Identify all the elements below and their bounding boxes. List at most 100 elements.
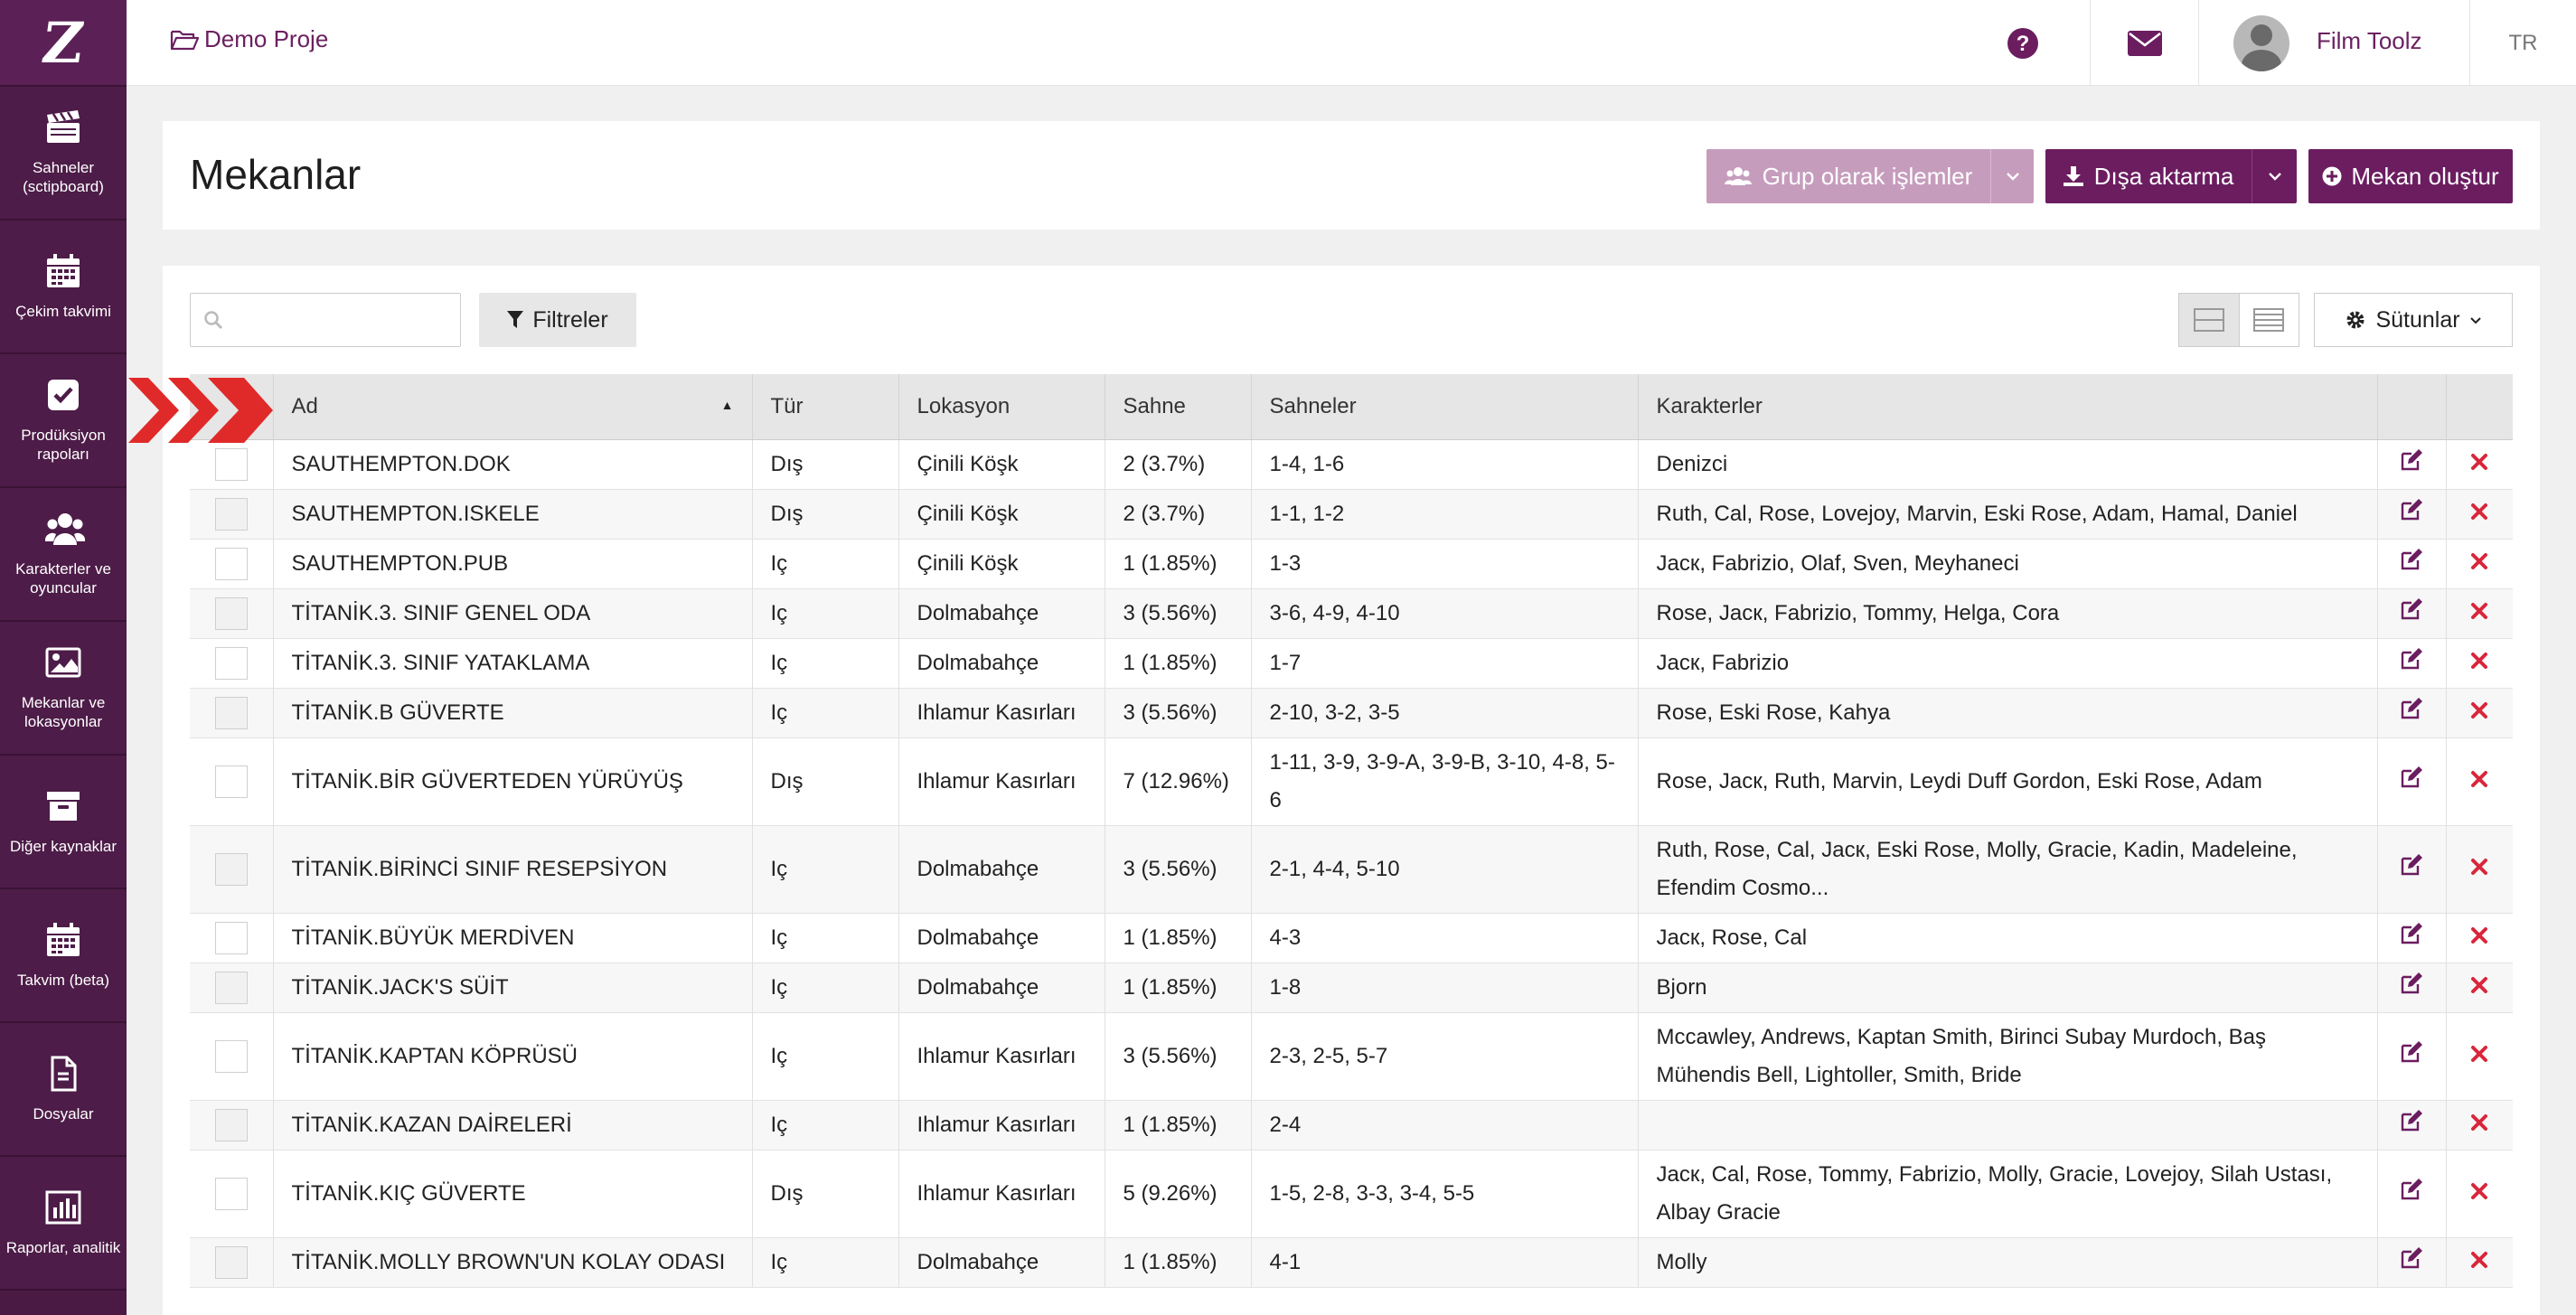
sidebar-item-1[interactable]: Sahneler (sctipboard) <box>0 87 127 221</box>
edit-cell <box>2377 439 2447 490</box>
sidebar-item-3[interactable]: Prodüksiyon rapoları <box>0 354 127 488</box>
edit-cell <box>2377 825 2447 914</box>
table-row[interactable]: TİTANİK.B GÜVERTE Iç Ihlamur Kasırları 3 (5… <box>190 688 2513 738</box>
sidebar-item-6[interactable]: Diğer kaynaklar <box>0 756 127 889</box>
view-compact-button[interactable] <box>2240 294 2299 346</box>
edit-icon[interactable] <box>2400 548 2423 576</box>
sidebar-item-2[interactable]: Çekim takvimi <box>0 221 127 354</box>
delete-icon[interactable] <box>2470 452 2488 476</box>
messages-button[interactable] <box>2090 0 2198 86</box>
table-row[interactable]: SAUTHEMPTON.ISKELE Dış Çinili Köşk 2 (3.7%)… <box>190 489 2513 540</box>
delete-icon[interactable] <box>2470 1113 2488 1137</box>
project-link[interactable]: Demo Proje <box>170 25 328 53</box>
edit-icon[interactable] <box>2400 766 2423 794</box>
sidebar-item-9[interactable]: Raporlar, analitik <box>0 1157 127 1291</box>
table-row[interactable]: SAUTHEMPTON.PUB Iç Çinili Köşk 1 (1.85%) 1-3… <box>190 539 2513 589</box>
language-switch[interactable]: TR <box>2469 0 2576 86</box>
cell-sahneler: 1-11, 3-9, 3-9-A, 3-9-B, 3-10, 4-8, 5-6 <box>1251 737 1639 826</box>
export-dropdown[interactable] <box>2252 149 2297 203</box>
cell-tur: Iç <box>752 688 899 738</box>
help-button[interactable]: ? <box>1979 0 2065 86</box>
delete-icon[interactable] <box>2470 769 2488 794</box>
row-checkbox[interactable] <box>214 647 248 681</box>
row-checkbox[interactable] <box>214 1178 248 1211</box>
app-logo[interactable]: Z <box>0 0 127 87</box>
row-checkbox[interactable] <box>214 1040 248 1074</box>
column-header-sahne[interactable]: Sahne <box>1105 374 1252 440</box>
delete-icon[interactable] <box>2470 1250 2488 1274</box>
table-row[interactable]: TİTANİK.3. SINIF GENEL ODA Iç Dolmabahçe 3 … <box>190 588 2513 639</box>
delete-icon[interactable] <box>2470 551 2488 576</box>
edit-icon[interactable] <box>2400 922 2423 950</box>
row-checkbox[interactable] <box>214 766 248 799</box>
sidebar-item-5[interactable]: Mekanlar ve lokasyonlar <box>0 622 127 756</box>
sidebar-item-4[interactable]: Karakterler ve oyuncular <box>0 488 127 622</box>
table-row[interactable]: SAUTHEMPTON.DOK Dış Çinili Köşk 2 (3.7%) 1-4… <box>190 439 2513 490</box>
column-header-ad[interactable]: Ad ▲ <box>273 374 753 440</box>
edit-icon[interactable] <box>2400 1040 2423 1068</box>
edit-icon[interactable] <box>2400 1246 2423 1274</box>
row-checkbox[interactable] <box>214 498 248 531</box>
edit-icon[interactable] <box>2400 972 2423 1000</box>
user-menu[interactable]: Film Toolz <box>2198 0 2469 86</box>
row-checkbox[interactable] <box>214 548 248 581</box>
table-row[interactable]: TİTANİK.JACK'S SÜİT Iç Dolmabahçe 1 (1.85%)… <box>190 963 2513 1013</box>
delete-icon[interactable] <box>2470 857 2488 881</box>
delete-icon[interactable] <box>2470 502 2488 526</box>
table-row[interactable]: TİTANİK.BİR GÜVERTEDEN YÜRÜYÜŞ Dış Ihlamur… <box>190 737 2513 826</box>
delete-icon[interactable] <box>2470 925 2488 950</box>
row-checkbox[interactable] <box>214 1109 248 1142</box>
row-checkbox[interactable] <box>214 922 248 955</box>
filters-button[interactable]: Filtreler <box>479 293 636 347</box>
edit-icon[interactable] <box>2400 697 2423 725</box>
delete-icon[interactable] <box>2470 1181 2488 1206</box>
group-operations-dropdown[interactable] <box>1990 149 2034 203</box>
edit-cell <box>2377 638 2447 689</box>
create-location-button[interactable]: Mekan oluştur <box>2308 149 2513 203</box>
export-button[interactable]: Dışa aktarma <box>2045 149 2297 203</box>
table-row[interactable]: TİTANİK.BÜYÜK MERDİVEN Iç Dolmabahçe 1 (1.8… <box>190 913 2513 963</box>
group-operations-button[interactable]: Grup olarak işlemler <box>1706 149 2034 203</box>
row-checkbox[interactable] <box>214 1246 248 1280</box>
columns-button[interactable]: Sütunlar <box>2314 293 2513 347</box>
locations-panel: Filtreler Sütunlar Ad ▲ Tür Lokasyon Sahn… <box>163 266 2540 1315</box>
delete-cell <box>2446 638 2513 689</box>
delete-icon[interactable] <box>2470 651 2488 675</box>
page-header: Mekanlar Grup olarak işlemler Dışa aktar… <box>163 121 2540 230</box>
table-row[interactable]: TİTANİK.KIÇ GÜVERTE Dış Ihlamur Kasırları 5… <box>190 1150 2513 1238</box>
row-checkbox[interactable] <box>214 972 248 1005</box>
search-input[interactable] <box>230 294 456 346</box>
row-checkbox[interactable] <box>214 597 248 631</box>
edit-icon[interactable] <box>2400 853 2423 881</box>
table-row[interactable]: TİTANİK.BİRİNCİ SINIF RESEPSİYON Iç Dolmab… <box>190 825 2513 914</box>
sidebar-item-7[interactable]: Takvim (beta) <box>0 889 127 1023</box>
cell-ad: SAUTHEMPTON.ISKELE <box>273 489 753 540</box>
edit-column-header <box>2377 374 2447 440</box>
edit-icon[interactable] <box>2400 448 2423 476</box>
column-header-sahneler[interactable]: Sahneler <box>1251 374 1639 440</box>
row-checkbox[interactable] <box>214 448 248 482</box>
table-row[interactable]: TİTANİK.KAZAN DAİRELERİ Iç Ihlamur Kasırla… <box>190 1100 2513 1151</box>
sidebar-item-label: Sahneler (sctipboard) <box>23 159 104 195</box>
row-checkbox[interactable] <box>214 697 248 730</box>
cell-karakterler <box>1638 1100 2378 1151</box>
edit-icon[interactable] <box>2400 498 2423 526</box>
table-row[interactable]: TİTANİK.MOLLY BROWN'UN KOLAY ODASI Iç Dolm… <box>190 1237 2513 1288</box>
delete-icon[interactable] <box>2470 601 2488 625</box>
delete-icon[interactable] <box>2470 700 2488 725</box>
table-row[interactable]: TİTANİK.3. SINIF YATAKLAMA Iç Dolmabahçe 1 … <box>190 638 2513 689</box>
sidebar-item-8[interactable]: Dosyalar <box>0 1023 127 1157</box>
edit-icon[interactable] <box>2400 597 2423 625</box>
delete-icon[interactable] <box>2470 975 2488 1000</box>
table-row[interactable]: TİTANİK.KAPTAN KÖPRÜSÜ Iç Ihlamur Kasırlar… <box>190 1012 2513 1101</box>
column-header-tur[interactable]: Tür <box>752 374 899 440</box>
search-box[interactable] <box>190 293 461 347</box>
edit-icon[interactable] <box>2400 647 2423 675</box>
column-header-karakterler[interactable]: Karakterler <box>1638 374 2378 440</box>
view-comfortable-button[interactable] <box>2179 294 2240 346</box>
delete-icon[interactable] <box>2470 1044 2488 1068</box>
column-header-lokasyon[interactable]: Lokasyon <box>898 374 1105 440</box>
edit-icon[interactable] <box>2400 1109 2423 1137</box>
row-checkbox[interactable] <box>214 853 248 887</box>
edit-icon[interactable] <box>2400 1178 2423 1206</box>
